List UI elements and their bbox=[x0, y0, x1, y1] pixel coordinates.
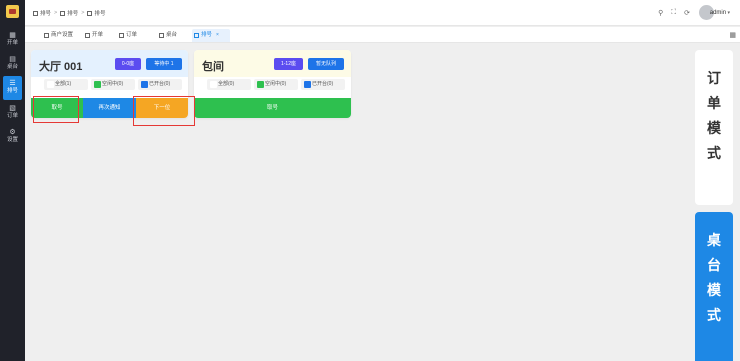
status-filters: 全部(0) 空闲中(0) 已开台(0) bbox=[194, 78, 351, 92]
breadcrumb: 排号 > 排号 > 排号 bbox=[33, 9, 105, 17]
sidebar: ▦ 开单 ▤ 桌台 ☰ 排号 ▧ 订单 ⚙ 设置 bbox=[0, 0, 25, 361]
close-icon[interactable]: × bbox=[216, 32, 219, 38]
tab-queue[interactable]: 排号 × bbox=[192, 29, 230, 42]
waiting-count-button[interactable]: 等待中 1 bbox=[146, 58, 182, 70]
header-tools: ⚲ ⛶ ⟳ bbox=[658, 9, 690, 17]
username-menu[interactable]: admin bbox=[710, 10, 730, 16]
refresh-icon[interactable]: ⟳ bbox=[684, 9, 690, 17]
table-icon: ▦ bbox=[9, 32, 16, 39]
tab-icon bbox=[44, 33, 49, 38]
notify-again-button[interactable]: 再次通知 bbox=[83, 98, 136, 118]
menu-icon bbox=[87, 10, 93, 16]
filter-free[interactable]: 空闲中(0) bbox=[91, 79, 135, 90]
card-header: 包间 1-12座 暂无队列 bbox=[194, 50, 351, 77]
tab-bar: 商户设置 开单 订单 桌台 排号 × ▦ bbox=[25, 27, 740, 43]
list-icon: ☰ bbox=[9, 80, 16, 87]
top-header: 排号 > 排号 > 排号 ⚲ ⛶ ⟳ admin bbox=[25, 0, 740, 26]
filter-all[interactable]: 全部(0) bbox=[207, 79, 251, 90]
menu-icon bbox=[33, 10, 38, 16]
filter-free[interactable]: 空闲中(0) bbox=[254, 79, 298, 90]
menu-icon bbox=[60, 10, 66, 16]
annotation-box bbox=[33, 96, 79, 123]
tab-tables[interactable]: 桌台 bbox=[157, 29, 177, 42]
take-number-button[interactable]: 取号 bbox=[194, 98, 351, 118]
document-icon: ▧ bbox=[9, 105, 16, 112]
queue-card-private-room: 包间 1-12座 暂无队列 全部(0) 空闲中(0) 已开台(0) 取号 bbox=[194, 50, 351, 118]
desk-icon: ▤ bbox=[9, 56, 16, 63]
sidebar-item-orders[interactable]: ▧ 订单 bbox=[0, 101, 25, 125]
order-mode-panel[interactable]: 订 单 模 式 bbox=[695, 50, 733, 205]
swatch bbox=[257, 81, 264, 88]
card-title: 大厅 001 bbox=[39, 61, 83, 73]
seat-range-button[interactable]: 0-0座 bbox=[115, 58, 141, 70]
gear-icon: ⚙ bbox=[9, 129, 16, 136]
tab-open-order[interactable]: 开单 bbox=[83, 29, 103, 42]
sidebar-item-open-order[interactable]: ▦ 开单 bbox=[0, 28, 25, 52]
seat-range-button[interactable]: 1-12座 bbox=[274, 58, 303, 70]
swatch bbox=[141, 81, 148, 88]
sidebar-item-tables[interactable]: ▤ 桌台 bbox=[0, 52, 25, 76]
filter-all[interactable]: 全部(1) bbox=[44, 79, 88, 90]
breadcrumb-item[interactable]: 排号 bbox=[40, 9, 51, 17]
status-filters: 全部(1) 空闲中(0) 已开台(0) bbox=[31, 78, 188, 92]
sidebar-item-queue[interactable]: ☰ 排号 bbox=[3, 76, 22, 100]
filter-opened[interactable]: 已开台(0) bbox=[301, 79, 345, 90]
tab-icon bbox=[119, 33, 124, 38]
swatch bbox=[94, 81, 101, 88]
breadcrumb-item: 排号 bbox=[94, 11, 106, 17]
search-icon[interactable]: ⚲ bbox=[658, 9, 663, 17]
annotation-box bbox=[133, 96, 195, 126]
logo bbox=[6, 5, 19, 18]
tab-orders[interactable]: 订单 bbox=[117, 29, 137, 42]
swatch bbox=[47, 81, 54, 88]
breadcrumb-item[interactable]: 排号 bbox=[67, 9, 78, 17]
table-mode-panel[interactable]: 桌 台 模 式 bbox=[695, 212, 733, 361]
sidebar-item-settings[interactable]: ⚙ 设置 bbox=[0, 125, 25, 149]
card-header: 大厅 001 0-0座 等待中 1 bbox=[31, 50, 188, 77]
tab-icon bbox=[159, 33, 164, 38]
grid-icon[interactable]: ▦ bbox=[729, 31, 736, 39]
fullscreen-icon[interactable]: ⛶ bbox=[671, 9, 676, 17]
filter-opened[interactable]: 已开台(0) bbox=[138, 79, 182, 90]
queue-status-button[interactable]: 暂无队列 bbox=[308, 58, 344, 70]
tab-merchant-settings[interactable]: 商户设置 bbox=[42, 29, 73, 42]
card-title: 包间 bbox=[202, 61, 224, 73]
tab-icon bbox=[85, 33, 90, 38]
swatch bbox=[210, 81, 217, 88]
tab-icon bbox=[194, 33, 199, 38]
swatch bbox=[304, 81, 311, 88]
